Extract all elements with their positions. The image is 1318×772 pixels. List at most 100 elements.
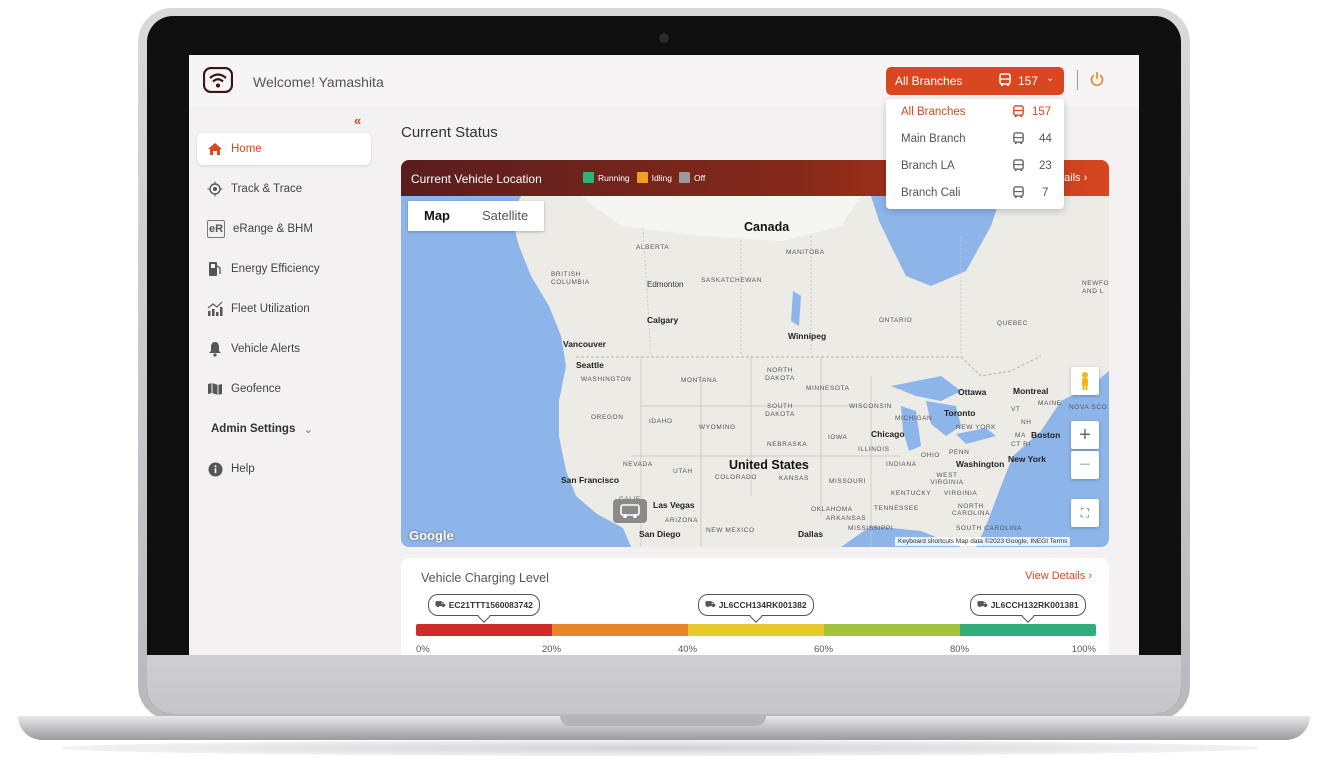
bus-icon: [1013, 159, 1024, 172]
map-label: Canada: [744, 220, 790, 234]
laptop-shadow: [60, 740, 1260, 756]
sidebar-item-label: Home: [231, 143, 262, 155]
bus-icon: ⛟: [977, 599, 988, 609]
branch-selector-button[interactable]: All Branches 157 ⌄: [886, 67, 1064, 95]
sidebar-item-erange[interactable]: eR eRange & BHM: [197, 213, 371, 245]
map-label: MISSISSIPPI: [848, 525, 894, 532]
laptop-notch: [560, 716, 766, 726]
map-label: IOWA: [828, 434, 848, 441]
fuel-icon: [207, 261, 223, 277]
map-label: Toronto: [944, 408, 976, 418]
map-label: KENTUCKY: [891, 490, 932, 497]
tab-map[interactable]: Map: [408, 201, 466, 231]
branch-dropdown-menu: All Branches 157 Main Branch 44 Branch L…: [886, 99, 1064, 209]
charge-segment: [416, 624, 552, 636]
vehicle-marker-icon[interactable]: [613, 499, 647, 523]
branch-selector-count: 157: [1018, 74, 1039, 88]
sidebar-item-label: eRange & BHM: [233, 223, 313, 235]
map-label: Calgary: [647, 315, 679, 325]
page-title: Current Status: [401, 124, 498, 141]
bell-icon: [207, 341, 223, 357]
branch-option-count: 7: [1042, 187, 1049, 199]
map-card-title: Current Vehicle Location: [411, 172, 542, 186]
zoom-out-button[interactable]: −: [1071, 451, 1099, 479]
map-label: MISSOURI: [829, 478, 866, 485]
sidebar-item-admin-settings[interactable]: Admin Settings ⌄: [197, 413, 371, 445]
info-icon: [207, 461, 223, 477]
collapse-sidebar-icon[interactable]: «: [354, 113, 361, 128]
map-icon: [207, 381, 223, 397]
map-label: MINNESOTA: [806, 385, 850, 392]
map-label: Edmonton: [647, 280, 684, 289]
power-icon[interactable]: [1089, 71, 1105, 87]
sidebar-item-label: Geofence: [231, 383, 281, 395]
branch-option-la[interactable]: Branch LA 23: [886, 153, 1064, 180]
branch-option-cali[interactable]: Branch Cali 7: [886, 180, 1064, 207]
tick-label: 100%: [1071, 644, 1096, 655]
bus-icon: [1013, 105, 1024, 118]
sidebar-item-label: Admin Settings: [211, 423, 296, 435]
charge-segment: [824, 624, 960, 636]
sidebar-item-home[interactable]: Home: [197, 133, 371, 165]
map-label: ILLINOIS: [858, 446, 890, 453]
map-label: NEW MEXICO: [706, 527, 755, 534]
map-label: Seattle: [576, 360, 604, 370]
map-label: OHIO: [921, 452, 941, 459]
charging-details-link[interactable]: View Details ›: [1025, 570, 1092, 582]
branch-option-count: 157: [1032, 106, 1052, 118]
legend-off: Off: [694, 172, 706, 183]
sidebar-item-label: Track & Trace: [231, 183, 303, 195]
idling-swatch: [636, 172, 648, 183]
charging-card-title: Vehicle Charging Level: [421, 571, 549, 585]
vehicle-id: JL6CCH134RK001382: [718, 600, 807, 610]
legend-running: Running: [598, 172, 630, 183]
vehicle-charge-tag[interactable]: ⛟ JL6CCH132RK001381: [970, 594, 1086, 616]
vehicle-charge-tag[interactable]: ⛟ JL6CCH134RK001382: [698, 594, 814, 616]
tab-satellite[interactable]: Satellite: [466, 201, 544, 231]
map-label: San Diego: [639, 529, 681, 539]
branch-option-all[interactable]: All Branches 157: [886, 99, 1064, 126]
sidebar-item-vehicle-alerts[interactable]: Vehicle Alerts: [197, 333, 371, 365]
bus-icon: ⛟: [705, 599, 716, 609]
fullscreen-icon[interactable]: ⛶: [1071, 499, 1099, 527]
map-label: Boston: [1031, 430, 1061, 440]
map-label: NEBRASKA: [767, 441, 808, 448]
sidebar-item-label: Energy Efficiency: [231, 263, 320, 275]
tick-label: 80%: [950, 644, 970, 655]
tick-label: 0%: [416, 644, 430, 655]
vehicle-location-card: Current Vehicle Location Running Idling …: [401, 160, 1109, 547]
vehicle-id: JL6CCH132RK001381: [990, 600, 1079, 610]
vehicle-charge-tag[interactable]: ⛟ EC21TTT1560083742: [428, 594, 540, 616]
map-label: CT RI: [1011, 441, 1031, 448]
off-swatch: [679, 172, 690, 183]
tick-label: 40%: [678, 644, 698, 655]
map-label: MONTANA: [681, 377, 718, 384]
map-label: QUEBEC: [997, 320, 1029, 327]
chevron-down-icon: ⌄: [303, 424, 313, 436]
map-label: Ottawa: [958, 387, 987, 397]
map-label: COLORADO: [715, 474, 758, 481]
sidebar-item-geofence[interactable]: Geofence: [197, 373, 371, 405]
map-label: MAINE: [1038, 400, 1062, 407]
map-label: WYOMING: [699, 424, 736, 431]
sidebar-item-label: Fleet Utilization: [231, 303, 310, 315]
map-view[interactable]: Map Satellite Canada United States ALBER…: [401, 196, 1109, 547]
sidebar-item-energy-efficiency[interactable]: Energy Efficiency: [197, 253, 371, 285]
bus-icon: [1013, 132, 1024, 145]
sidebar-item-track-trace[interactable]: Track & Trace: [197, 173, 371, 205]
sidebar-item-fleet-utilization[interactable]: Fleet Utilization: [197, 293, 371, 325]
sidebar-item-help[interactable]: Help: [197, 453, 371, 485]
status-legend: Running Idling Off: [583, 172, 705, 183]
zoom-in-button[interactable]: +: [1071, 421, 1099, 449]
map-label: ARIZONA: [665, 517, 699, 524]
map-attribution[interactable]: Keyboard shortcuts Map data ©2023 Google…: [895, 537, 1071, 546]
header-divider: [1077, 70, 1078, 90]
map-label: MA: [1015, 432, 1026, 439]
street-view-pegman-icon[interactable]: [1071, 367, 1099, 395]
tick-label: 60%: [814, 644, 834, 655]
branch-option-label: Branch Cali: [901, 187, 961, 199]
app-screen: Welcome! Yamashita All Branches 157 ⌄ « …: [189, 55, 1139, 655]
sidebar-nav: Home Track & Trace eR eRange & BHM Energ…: [197, 133, 371, 493]
branch-option-main[interactable]: Main Branch 44: [886, 126, 1064, 153]
map-details-link[interactable]: tails ›: [1061, 172, 1087, 184]
